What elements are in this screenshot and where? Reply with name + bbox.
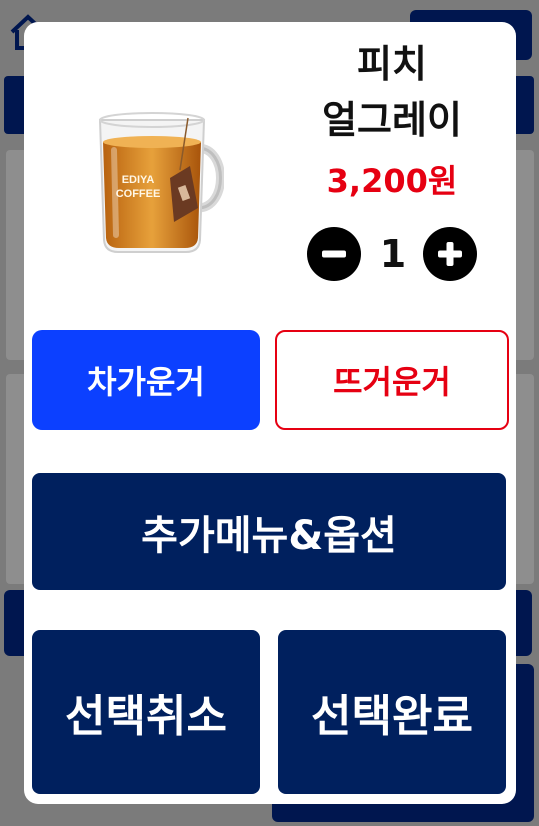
- quantity-value: 1: [379, 232, 407, 276]
- hot-option-button[interactable]: 뜨거운거: [275, 330, 509, 430]
- product-option-modal: EDIYA COFFEE 피치 얼그레이 3,200원 1 차가운거 뜨거운거 …: [24, 22, 516, 804]
- product-name-line1: 피치: [357, 42, 427, 86]
- iced-option-button[interactable]: 차가운거: [32, 330, 260, 430]
- svg-text:EDIYA: EDIYA: [122, 174, 155, 186]
- product-name-line2: 얼그레이: [322, 98, 462, 142]
- cancel-selection-button[interactable]: 선택취소: [32, 630, 260, 794]
- svg-text:COFFEE: COFFEE: [116, 188, 161, 200]
- plus-circle-icon: [438, 242, 462, 266]
- product-name: 피치 얼그레이: [286, 36, 498, 148]
- quantity-increase-button[interactable]: [423, 227, 477, 281]
- product-price: 3,200원: [326, 162, 458, 200]
- extra-menu-options-button[interactable]: 추가메뉴&옵션: [32, 473, 506, 590]
- confirm-selection-button[interactable]: 선택완료: [278, 630, 506, 794]
- tea-glass-mug-icon: EDIYA COFFEE: [98, 112, 224, 253]
- quantity-decrease-button[interactable]: [307, 227, 361, 281]
- minus-circle-icon: [322, 250, 346, 258]
